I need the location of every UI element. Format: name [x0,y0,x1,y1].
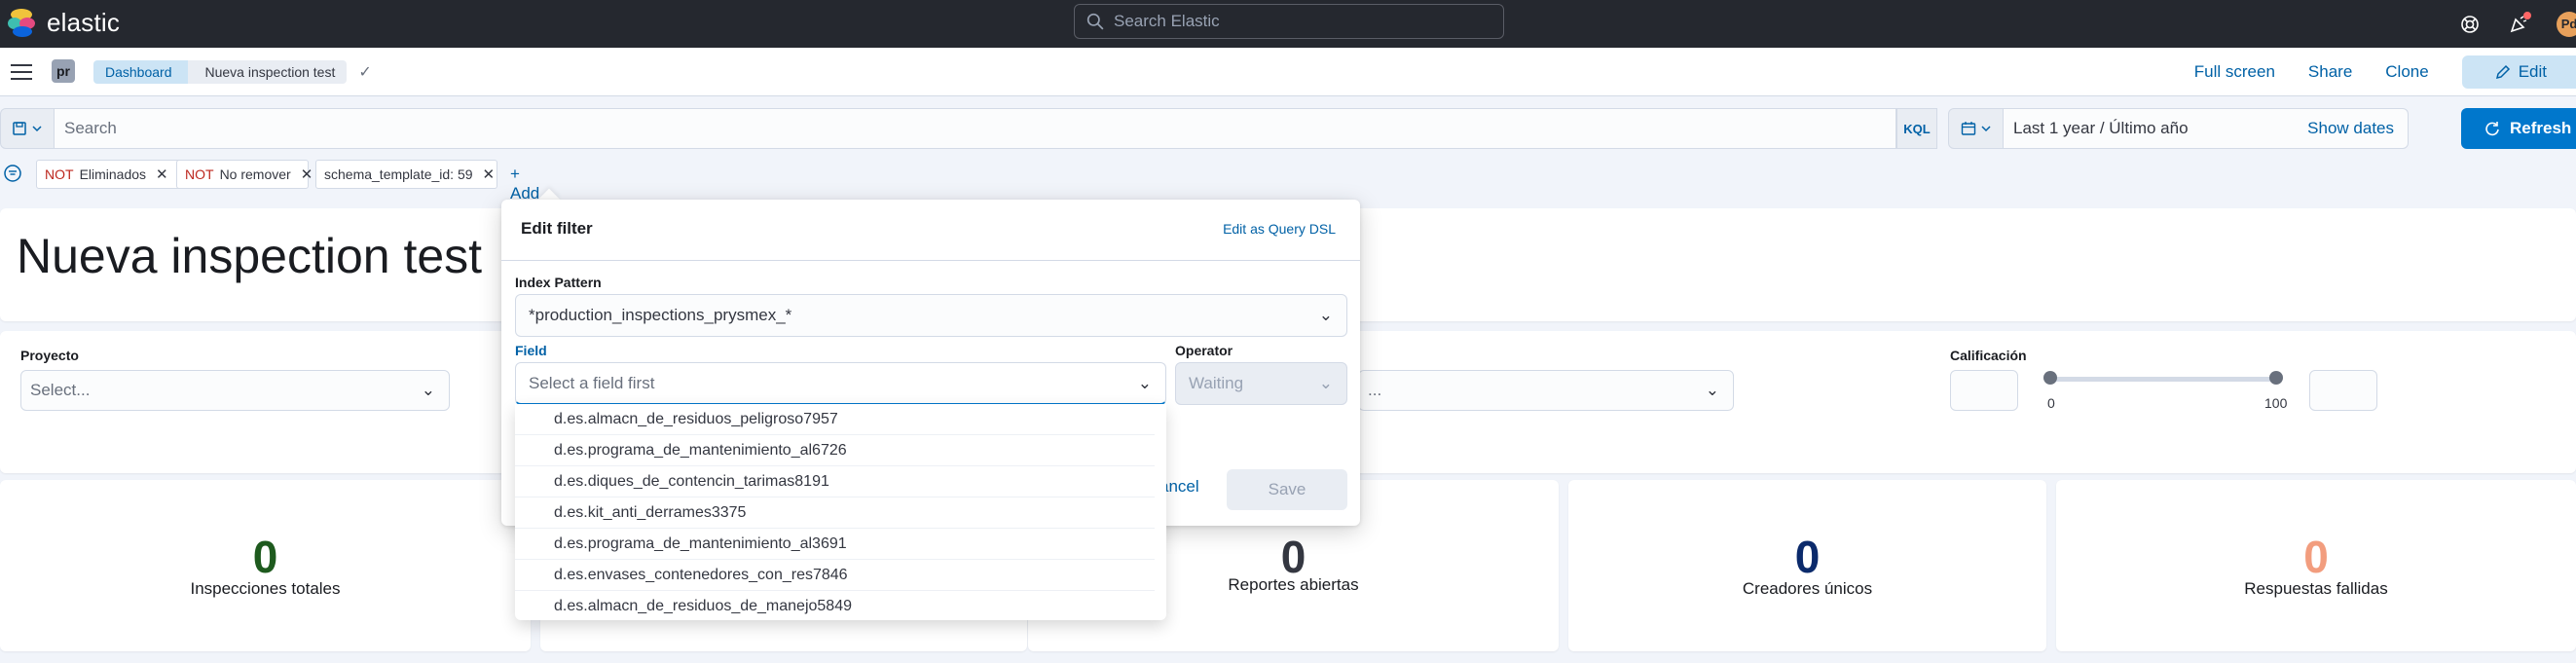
field-combobox[interactable]: Select a field first ⌄ [515,362,1166,405]
elastic-logo-icon [8,8,37,38]
field-option[interactable]: d.es.almacn_de_residuos_de_manejo5849 [515,591,1155,620]
field-option[interactable]: d.es.envases_contenedores_con_res7846 [515,560,1155,591]
chevron-down-icon: ⌄ [1318,374,1333,392]
proyecto-placeholder: Select... [30,381,91,399]
proyecto-select[interactable]: Select... ⌄ [20,370,450,411]
filter-negate: NOT [45,166,74,182]
filter-negate: NOT [185,166,214,182]
range-min-input[interactable] [1950,370,2018,411]
edit-button-label: Edit [2518,62,2547,81]
control-select-placeholder: ... [1368,381,1382,399]
full-screen-button[interactable]: Full screen [2194,62,2275,82]
field-option[interactable]: d.es.almacn_de_residuos_peligroso7957 [515,404,1155,435]
chevron-down-icon: ⌄ [1705,381,1719,399]
field-option[interactable]: d.es.programa_de_mantenimiento_al3691 [515,529,1155,560]
filter-pill[interactable]: NOT No remover ✕ [176,160,313,189]
close-icon[interactable]: ✕ [483,166,496,183]
field-placeholder: Select a field first [529,374,655,392]
refresh-button[interactable]: Refresh [2461,108,2576,149]
divider [501,260,1360,261]
stat-value: 0 [2303,532,2329,582]
chevron-down-icon: ⌄ [1137,374,1152,392]
operator-value: Waiting [1189,374,1244,392]
edit-as-query-dsl-button[interactable]: Edit as Query DSL [1223,221,1336,237]
stat-label: Creadores únicos [1742,579,1873,598]
saved-query-button[interactable] [0,108,55,149]
page-title: Nueva inspection test [17,229,483,283]
filter-label: schema_template_id: 59 [324,166,473,182]
breadcrumb-current: Nueva inspection test [187,60,348,84]
filter-label: No remover [219,166,291,182]
calificacion-label: Calificación [1950,348,2027,363]
refresh-label: Refresh [2510,119,2572,137]
app-subheader: pr Dashboard Nueva inspection test ✓ Ful… [0,48,2576,96]
index-pattern-value: *production_inspections_prysmex_* [529,306,792,324]
chevron-down-icon [1980,126,1991,132]
global-search-placeholder: Search Elastic [1114,12,1220,30]
field-option[interactable]: d.es.diques_de_contencin_tarimas8191 [515,466,1155,497]
range-max-thumb[interactable] [2269,371,2283,385]
share-button[interactable]: Share [2308,62,2352,82]
operator-select[interactable]: Waiting ⌄ [1175,362,1347,405]
field-label: Field [515,343,547,358]
date-range-display[interactable]: Last 1 year / Último año Show dates [2004,108,2409,149]
range-min-tick: 0 [2047,395,2055,411]
pencil-icon [2495,64,2510,80]
calendar-icon [1961,122,1975,135]
stat-card: 0 Inspecciones totales [0,480,531,651]
filter-label: Eliminados [79,166,147,182]
stat-label: Respuestas fallidas [2244,579,2388,598]
proyecto-label: Proyecto [20,348,79,363]
chevron-down-icon: ⌄ [421,381,435,399]
index-pattern-label: Index Pattern [515,275,602,290]
news-feed-icon[interactable] [2508,11,2531,35]
search-icon [1086,13,1104,30]
menu-icon[interactable] [11,64,32,80]
stat-value: 0 [1794,532,1821,582]
help-icon[interactable] [2459,14,2481,35]
field-options-list: d.es.almacn_de_residuos_peligroso7957 d.… [515,404,1166,620]
logo-text: elastic [47,8,121,37]
user-avatar[interactable]: Pd [2557,11,2576,37]
save-icon [13,122,26,135]
close-icon[interactable]: ✕ [156,166,168,183]
query-search-input[interactable]: Search [55,108,1896,149]
range-min-thumb[interactable] [2043,371,2057,385]
quick-date-menu-button[interactable] [1948,108,2004,149]
stat-value: 0 [252,532,278,582]
field-option[interactable]: d.es.programa_de_mantenimiento_al6726 [515,435,1155,466]
index-pattern-select[interactable]: *production_inspections_prysmex_* ⌄ [515,294,1347,337]
breadcrumb-dashboard[interactable]: Dashboard [93,60,188,84]
elastic-logo[interactable]: elastic [8,8,120,38]
close-icon[interactable]: ✕ [301,166,313,183]
filter-menu-icon[interactable] [3,164,22,183]
field-option[interactable]: d.es.kit_anti_derrames3375 [515,497,1155,529]
operator-label: Operator [1175,343,1233,358]
clone-button[interactable]: Clone [2385,62,2428,82]
save-button[interactable]: Save [1227,469,1347,510]
global-header: elastic Search Elastic Pd [0,0,2576,48]
refresh-icon [2485,122,2499,136]
stat-card: 0 Creadores únicos [1568,480,2046,651]
show-dates-button[interactable]: Show dates [2307,109,2394,148]
filter-pill[interactable]: schema_template_id: 59 ✕ [315,160,497,189]
range-max-input[interactable] [2309,370,2377,411]
range-max-tick: 100 [2264,395,2288,411]
chevron-down-icon: ⌄ [1318,306,1333,324]
date-range-text: Last 1 year / Último año [2013,119,2189,137]
range-slider-track[interactable] [2048,377,2276,382]
query-language-button[interactable]: KQL [1896,108,1937,149]
chevron-down-icon [32,126,42,132]
stat-card: 0 Respuestas fallidas [2056,480,2576,651]
notification-dot [2523,11,2531,19]
popover-title: Edit filter [521,219,593,238]
breadcrumb: Dashboard Nueva inspection test ✓ [93,60,372,84]
space-badge[interactable]: pr [52,59,75,83]
edit-button[interactable]: Edit [2461,55,2576,89]
control-select[interactable]: ... ⌄ [1358,370,1734,411]
global-search-input[interactable]: Search Elastic [1074,4,1504,39]
check-icon: ✓ [358,64,372,81]
stat-label: Inspecciones totales [190,579,341,598]
